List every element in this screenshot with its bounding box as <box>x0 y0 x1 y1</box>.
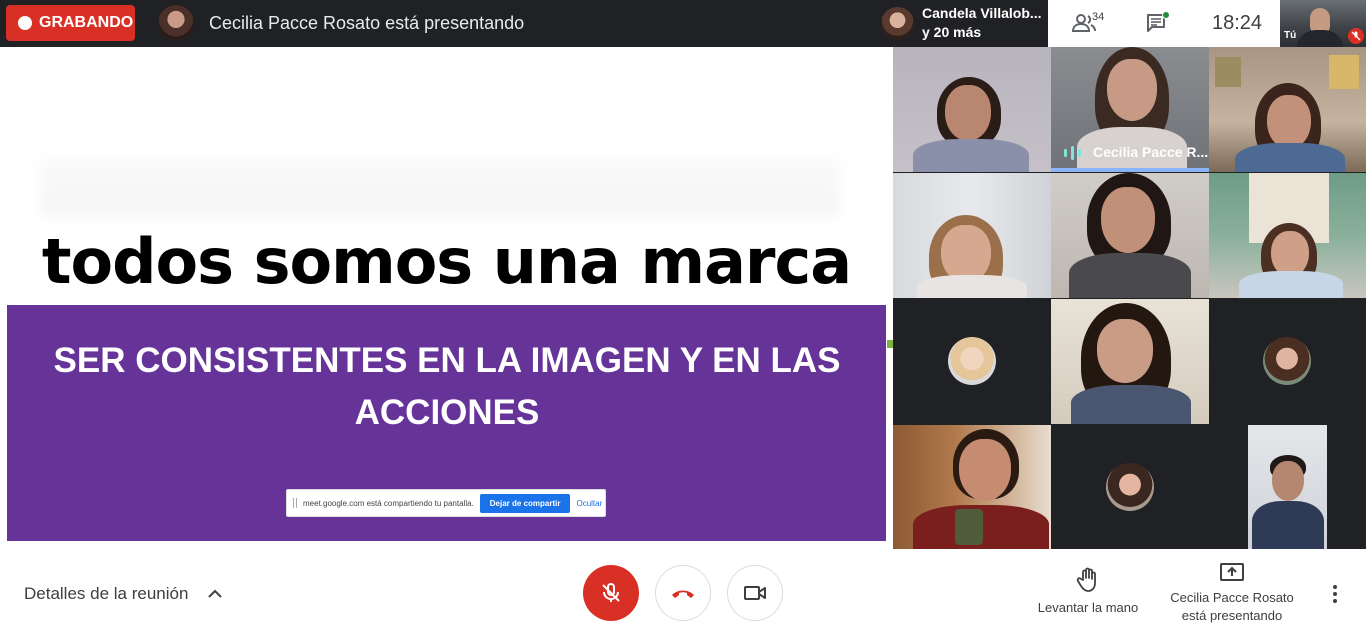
bottom-toolbar: Detalles de la reunión Levantar la mano … <box>0 549 1366 634</box>
hide-link[interactable]: Ocultar <box>576 499 602 508</box>
participant-tile[interactable] <box>1051 299 1209 424</box>
presenting-button[interactable]: Cecilia Pacce Rosato está presentando <box>1164 562 1300 625</box>
speaker-name-label: Cecilia Pacce R... <box>1093 144 1209 160</box>
shared-screen: todos somos una marca SER CONSISTENTES E… <box>0 47 893 549</box>
record-dot-icon <box>18 16 32 30</box>
participant-avatar <box>948 337 996 385</box>
presenter-title: Cecilia Pacce Rosato está presentando <box>209 13 525 33</box>
top-bar: GRABANDO Cecilia Pacce Rosato está prese… <box>0 0 1048 47</box>
presenter-avatar <box>158 5 194 41</box>
presenting-label-line2: está presentando <box>1181 608 1283 623</box>
participant-tile[interactable] <box>893 47 1051 172</box>
recording-label: GRABANDO <box>39 14 134 31</box>
participant-tile[interactable] <box>893 425 1051 549</box>
present-screen-icon <box>1220 563 1244 581</box>
hand-icon <box>1076 567 1096 592</box>
slide-headline: todos somos una marca <box>41 225 852 298</box>
more-participants-label[interactable]: y 20 más <box>922 24 981 40</box>
featured-participant-name[interactable]: Candela Villalob... <box>922 5 1042 21</box>
end-call-button[interactable] <box>655 565 711 621</box>
chat-notification-dot <box>1162 11 1170 19</box>
participant-avatar <box>1106 463 1154 511</box>
featured-participant-avatar <box>881 7 914 40</box>
self-label: Tú <box>1284 30 1297 41</box>
self-body <box>1296 30 1344 47</box>
camera-toggle-button[interactable] <box>727 565 783 621</box>
camera-icon <box>744 586 766 600</box>
active-speaker-tile[interactable]: Cecilia Pacce R... <box>1051 47 1209 172</box>
participant-grid: Cecilia Pacce R... <box>893 47 1366 549</box>
more-options-icon[interactable] <box>1327 584 1343 604</box>
participants-count: 34 <box>1092 11 1105 23</box>
raise-hand-label: Levantar la mano <box>1037 600 1139 615</box>
participant-avatar <box>1263 337 1311 385</box>
share-notice-text: meet.google.com está compartiendo tu pan… <box>303 498 474 508</box>
presenting-label-line1: Cecilia Pacce Rosato <box>1170 590 1294 605</box>
stop-sharing-button[interactable]: Dejar de compartir <box>479 493 571 513</box>
participant-tile[interactable] <box>1209 47 1366 172</box>
meet-window: GRABANDO Cecilia Pacce Rosato está prese… <box>0 0 1366 634</box>
top-right-controls: 34 18:24 <box>1048 0 1280 47</box>
slide-ghost-text <box>40 157 840 217</box>
hang-up-icon <box>672 590 694 598</box>
participant-tile-avatar[interactable] <box>893 299 1051 424</box>
participant-tile-avatar[interactable] <box>1209 299 1366 424</box>
mic-off-icon <box>602 583 620 602</box>
participant-tile[interactable] <box>1209 173 1366 298</box>
participant-tile[interactable] <box>1248 425 1327 549</box>
slide-purple-box: SER CONSISTENTES EN LA IMAGEN Y EN LAS A… <box>7 305 886 541</box>
active-speaker-bar <box>1051 168 1209 172</box>
raise-hand-button[interactable]: Levantar la mano <box>1030 567 1146 615</box>
clock: 18:24 <box>1212 12 1263 34</box>
meeting-details-button[interactable]: Detalles de la reunión <box>24 584 188 604</box>
self-view-tile[interactable]: Tú <box>1280 0 1366 47</box>
speaking-indicator-icon <box>1064 146 1081 160</box>
chevron-up-icon[interactable] <box>206 585 224 603</box>
participant-tile-avatar[interactable] <box>1051 425 1209 549</box>
drag-handle-icon[interactable] <box>293 498 297 508</box>
screen-share-notice-bar: meet.google.com está compartiendo tu pan… <box>286 489 606 517</box>
participant-tile[interactable] <box>1051 173 1209 298</box>
self-mic-muted-icon <box>1348 28 1364 44</box>
slide-box-text: SER CONSISTENTES EN LA IMAGEN Y EN LAS A… <box>53 341 841 432</box>
participant-tile[interactable] <box>893 173 1051 298</box>
recording-badge[interactable]: GRABANDO <box>6 5 135 41</box>
microphone-toggle-button[interactable] <box>583 565 639 621</box>
